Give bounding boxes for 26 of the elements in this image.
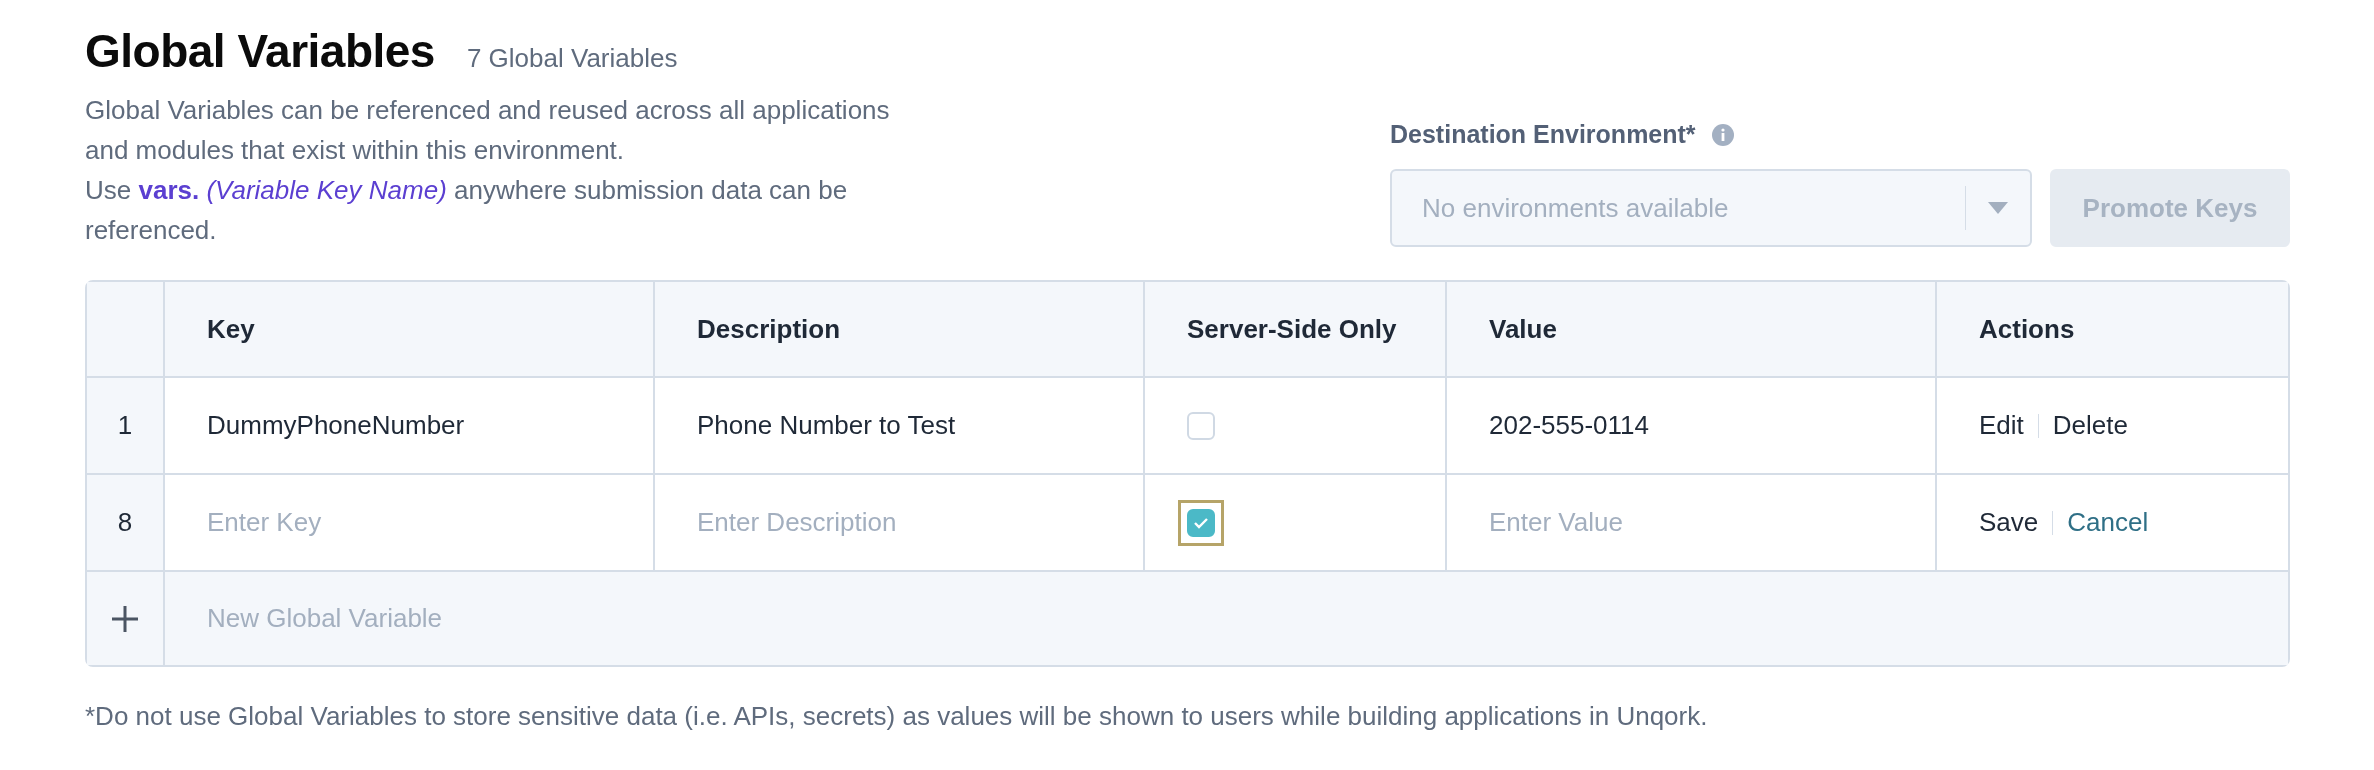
column-header: Server-Side Only: [1145, 282, 1447, 378]
description-text: Global Variables can be referenced and reused across all applications and modules that exist within this environment. Use vars. (Variable Key Name) anywhere submission data can be referenced.: [85, 94, 890, 247]
row-number: 8: [87, 475, 165, 572]
info-icon[interactable]: [1711, 123, 1734, 146]
action-link[interactable]: Edit: [1979, 410, 2024, 441]
new-variable-link[interactable]: New Global Variable: [165, 572, 2288, 665]
column-header: Key: [165, 282, 655, 378]
table-cell: Phone Number to Test: [655, 378, 1145, 475]
page-title: Global Variables: [85, 24, 435, 78]
caret-icon: [1988, 202, 2008, 214]
plus-icon[interactable]: [110, 603, 140, 634]
action-link[interactable]: Save: [1979, 507, 2039, 538]
footnote-text: *Do not use Global Variables to store sensitive data (i.e. APIs, secrets) as values will be shown to users while building applications in Unqork.: [85, 701, 1709, 732]
row-number: 1: [87, 378, 165, 475]
column-header: Value: [1447, 282, 1937, 378]
check-icon: [1193, 516, 1209, 529]
checkbox[interactable]: [1178, 499, 1224, 546]
table-cell: 202-555-0114: [1447, 378, 1937, 475]
column-header: Description: [655, 282, 1145, 378]
table-cell: DummyPhoneNumber: [165, 378, 655, 475]
environment-dropdown[interactable]: No environments available: [1390, 169, 2032, 247]
action-link[interactable]: Delete: [2052, 410, 2128, 441]
column-header: Actions: [1937, 282, 2288, 378]
field-label: Destination Environment*: [1390, 120, 1696, 149]
variable-count: 7 Global Variables: [466, 43, 678, 74]
action-link[interactable]: Cancel: [2067, 507, 2149, 538]
